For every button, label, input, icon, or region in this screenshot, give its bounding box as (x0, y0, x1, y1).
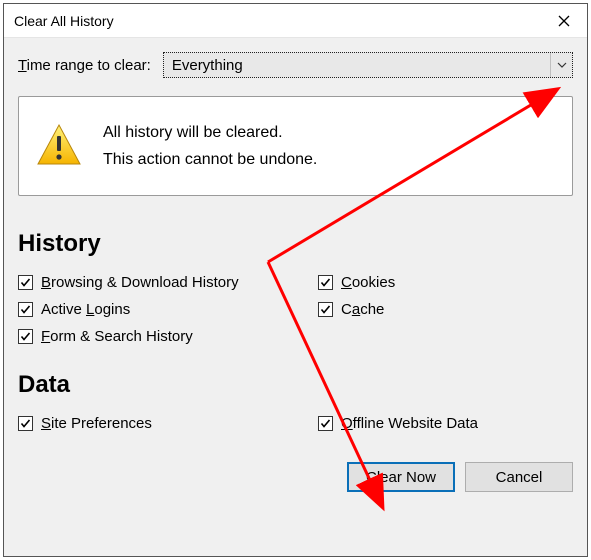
history-check-grid: Browsing & Download History Cookies Acti… (18, 274, 573, 345)
close-button[interactable] (541, 4, 587, 37)
checkbox-cookies[interactable]: Cookies (318, 274, 573, 291)
checkbox-form-search-history[interactable]: Form & Search History (18, 328, 318, 345)
checkbox-label: Browsing & Download History (41, 274, 239, 291)
check-icon (20, 277, 31, 288)
close-icon (558, 15, 570, 27)
section-data-heading: Data (18, 371, 573, 399)
dialog-window: Clear All History Time range to clear: E… (3, 3, 588, 557)
dialog-body: Time range to clear: Everything (4, 38, 587, 556)
warning-line1: All history will be cleared. (103, 119, 317, 146)
time-range-label: Time range to clear: (18, 57, 151, 74)
checkbox-box (18, 416, 33, 431)
checkbox-box (318, 275, 333, 290)
checkbox-offline-website-data[interactable]: Offline Website Data (318, 415, 573, 432)
window-title: Clear All History (14, 13, 114, 29)
check-icon (20, 304, 31, 315)
checkbox-label: Active Logins (41, 301, 130, 318)
titlebar: Clear All History (4, 4, 587, 38)
check-icon (320, 277, 331, 288)
checkbox-label: Site Preferences (41, 415, 152, 432)
checkbox-box (18, 302, 33, 317)
check-icon (320, 418, 331, 429)
warning-text: All history will be cleared. This action… (103, 119, 317, 173)
checkbox-box (18, 275, 33, 290)
checkbox-label: Form & Search History (41, 328, 193, 345)
cancel-button[interactable]: Cancel (465, 462, 573, 492)
check-icon (20, 418, 31, 429)
time-range-row: Time range to clear: Everything (18, 52, 573, 78)
clear-now-button[interactable]: Clear Now (347, 462, 455, 492)
warning-box: All history will be cleared. This action… (18, 96, 573, 196)
checkbox-label: Offline Website Data (341, 415, 478, 432)
chevron-down-icon (557, 62, 567, 68)
time-range-select[interactable]: Everything (163, 52, 573, 78)
checkbox-box (318, 302, 333, 317)
checkbox-cache[interactable]: Cache (318, 301, 573, 318)
check-icon (20, 331, 31, 342)
checkbox-box (318, 416, 333, 431)
checkbox-label: Cookies (341, 274, 395, 291)
data-check-grid: Site Preferences Offline Website Data (18, 415, 573, 432)
warning-icon (35, 122, 83, 170)
warning-line2: This action cannot be undone. (103, 146, 317, 173)
checkbox-browsing-download-history[interactable]: Browsing & Download History (18, 274, 318, 291)
section-history-heading: History (18, 230, 573, 258)
checkbox-box (18, 329, 33, 344)
time-range-value: Everything (172, 57, 243, 74)
check-icon (320, 304, 331, 315)
checkbox-active-logins[interactable]: Active Logins (18, 301, 318, 318)
button-row: Clear Now Cancel (18, 462, 573, 492)
dropdown-chevron (550, 53, 572, 77)
checkbox-site-preferences[interactable]: Site Preferences (18, 415, 318, 432)
checkbox-label: Cache (341, 301, 384, 318)
